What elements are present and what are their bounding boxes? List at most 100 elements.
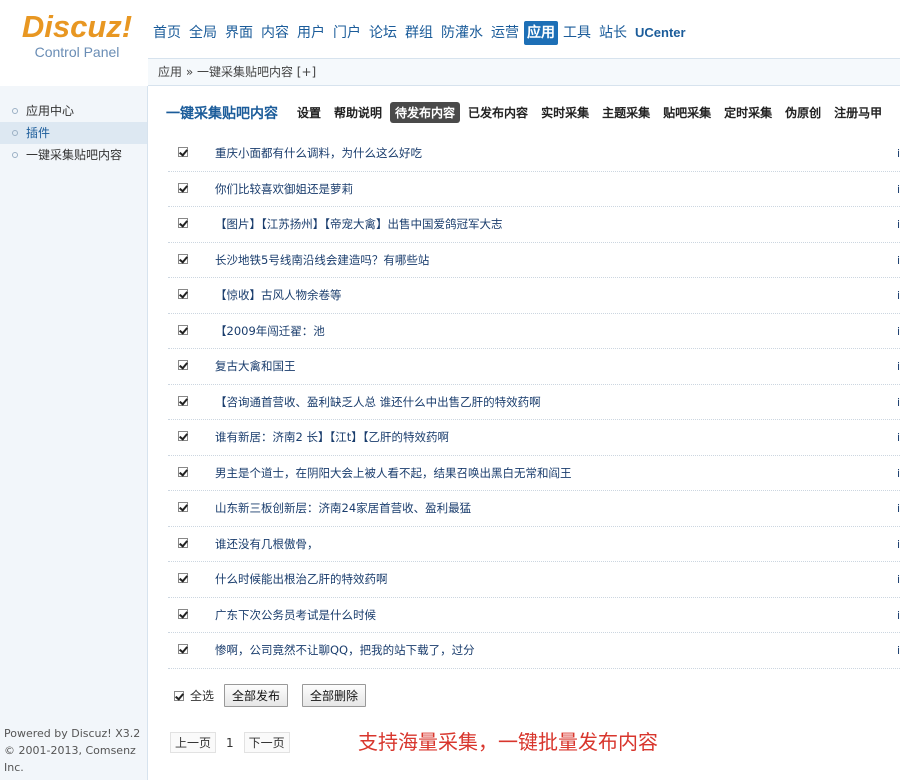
row-checkbox[interactable] — [178, 537, 188, 548]
delete-all-button[interactable]: 全部删除 — [302, 684, 367, 707]
row-checkbox[interactable] — [178, 466, 188, 477]
topnav-operations[interactable]: 运营 — [488, 21, 522, 45]
sidebar-item-label: 插件 — [26, 126, 51, 140]
topnav-forum[interactable]: 论坛 — [366, 21, 400, 45]
tab-scheduled-collect[interactable]: 定时采集 — [719, 102, 777, 123]
row-title[interactable]: 你们比较喜欢御姐还是萝莉 — [215, 172, 353, 207]
topnav-ucenter[interactable]: UCenter — [632, 21, 689, 45]
row-title[interactable]: 男主是个道士，在阴阳大会上被人看不起，结果召唤出黑白无常和阎王 — [215, 456, 572, 491]
topnav-antispam[interactable]: 防灌水 — [438, 21, 486, 45]
row-title[interactable]: 【2009年闯迁翟：池 — [215, 314, 325, 349]
tab-settings[interactable]: 设置 — [292, 102, 326, 123]
list-item: 你们比较喜欢御姐还是萝莉 i — [168, 172, 900, 207]
list-item: 山东新三板创新层：济南24家居首营收、盈利最猛 i — [168, 491, 900, 527]
row-title[interactable]: 【图片】【江苏扬州】【帝宠大禽】出售中国爱鸽冠军大志 — [215, 207, 503, 242]
row-checkbox[interactable] — [178, 218, 188, 228]
select-all-label[interactable]: 全选 — [190, 687, 214, 704]
row-title[interactable]: 广东下次公务员考试是什么时候 — [215, 598, 376, 633]
row-checkbox[interactable] — [178, 608, 188, 619]
list-item: 惨啊，公司竟然不让聊QQ，把我的站下载了，过分 i — [168, 633, 900, 669]
list-item: 【2009年闯迁翟：池 i — [168, 314, 900, 349]
prev-page-button[interactable]: 上一页 — [170, 732, 217, 753]
topnav-content[interactable]: 内容 — [258, 21, 292, 45]
footer: Powered by Discuz! X3.2 © 2001-2013, Com… — [4, 725, 147, 776]
sidebar: 应用中心 插件 一键采集贴吧内容 Powered by Discuz! X3.2… — [0, 86, 148, 780]
list-item: 谁还没有几根傲骨， i — [168, 527, 900, 562]
topnav-tools[interactable]: 工具 — [560, 21, 594, 45]
row-checkbox[interactable] — [178, 182, 188, 193]
list-item: 复古大禽和国王 i — [168, 349, 900, 385]
row-title[interactable]: 什么时候能出根治乙肝的特效药啊 — [215, 562, 388, 597]
tab-help[interactable]: 帮助说明 — [329, 102, 387, 123]
row-checkbox[interactable] — [178, 395, 188, 406]
topnav-interface[interactable]: 界面 — [222, 21, 256, 45]
main-content: 一键采集贴吧内容 设置 帮助说明 待发布内容 已发布内容 实时采集 主题采集 贴… — [148, 86, 900, 780]
sidebar-item-tieba-collector[interactable]: 一键采集贴吧内容 — [0, 144, 147, 166]
next-page-button[interactable]: 下一页 — [243, 732, 290, 753]
row-checkbox[interactable] — [178, 147, 188, 157]
list-item: 男主是个道士，在阴阳大会上被人看不起，结果召唤出黑白无常和阎王 i — [168, 456, 900, 491]
row-title[interactable]: 长沙地铁5号线南沿线会建造吗？有哪些站 — [215, 243, 429, 278]
topnav-groups[interactable]: 群组 — [402, 21, 436, 45]
row-checkbox[interactable] — [178, 360, 188, 370]
row-checkbox[interactable] — [178, 253, 188, 264]
list-item: 谁有新居：济南2 长】【江t】【乙肝的特效药啊 i — [168, 420, 900, 456]
publish-all-button[interactable]: 全部发布 — [224, 684, 289, 707]
list-item: 【惊收】古风人物余卷等 i — [168, 278, 900, 314]
tab-realtime-collect[interactable]: 实时采集 — [536, 102, 594, 123]
breadcrumb[interactable]: 应用 » 一键采集贴吧内容 [+] — [148, 58, 900, 86]
tab-register-accounts[interactable]: 注册马甲 — [829, 102, 887, 123]
sidebar-item-label: 一键采集贴吧内容 — [26, 148, 123, 162]
tab-published[interactable]: 已发布内容 — [463, 102, 533, 123]
topnav-global[interactable]: 全局 — [186, 21, 220, 45]
list-item: 长沙地铁5号线南沿线会建造吗？有哪些站 i — [168, 243, 900, 278]
topnav-users[interactable]: 用户 — [294, 21, 328, 45]
sidebar-item-label: 应用中心 — [26, 104, 75, 118]
topnav-apps[interactable]: 应用 — [524, 21, 558, 45]
list-item: 广东下次公务员考试是什么时候 i — [168, 598, 900, 633]
footer-copyright: © 2001-2013, Comsenz Inc. — [4, 744, 136, 774]
tab-pseudo-original[interactable]: 伪原创 — [780, 102, 826, 123]
row-checkbox[interactable] — [178, 431, 188, 441]
discuz-logo[interactable]: Discuz! Control Panel — [12, 10, 142, 61]
promo-caption: 支持海量采集，一键批量发布内容 — [358, 730, 658, 754]
bullet-icon — [12, 152, 18, 158]
row-checkbox[interactable] — [178, 324, 188, 335]
row-checkbox[interactable] — [178, 644, 188, 654]
pagination: 上一页 1 下一页 — [170, 732, 296, 753]
tab-tieba-collect[interactable]: 贴吧采集 — [658, 102, 716, 123]
row-title[interactable]: 惨啊，公司竟然不让聊QQ，把我的站下载了，过分 — [215, 633, 475, 668]
topnav-home[interactable]: 首页 — [150, 21, 184, 45]
list-item: 【咨询通首营收、盈利缺乏人总 谁还什么中出售乙肝的特效药啊 i — [168, 385, 900, 420]
row-checkbox[interactable] — [178, 573, 188, 583]
topnav-webmaster[interactable]: 站长 — [596, 21, 630, 45]
list-item: 【图片】【江苏扬州】【帝宠大禽】出售中国爱鸽冠军大志 i — [168, 207, 900, 243]
list-item: 重庆小面都有什么调料，为什么这么好吃 i — [168, 136, 900, 172]
current-page: 1 — [226, 735, 234, 750]
row-checkbox[interactable] — [178, 289, 188, 299]
bulk-actions: 全选 全部发布 全部删除 — [174, 684, 380, 707]
row-title[interactable]: 谁还没有几根傲骨， — [215, 527, 319, 562]
logo-sub-text: Control Panel — [34, 44, 120, 60]
row-checkbox[interactable] — [178, 502, 188, 512]
row-title[interactable]: 复古大禽和国王 — [215, 349, 296, 384]
tab-pending[interactable]: 待发布内容 — [390, 102, 461, 123]
sidebar-item-plugins[interactable]: 插件 — [0, 122, 147, 144]
pending-content-list: 重庆小面都有什么调料，为什么这么好吃 i 你们比较喜欢御姐还是萝莉 i 【图片】【江… — [168, 136, 900, 669]
tab-topic-collect[interactable]: 主题采集 — [597, 102, 655, 123]
row-title[interactable]: 【咨询通首营收、盈利缺乏人总 谁还什么中出售乙肝的特效药啊 — [215, 385, 541, 420]
top-navigation: 首页 全局 界面 内容 用户 门户 论坛 群组 防灌水 运营 应用 工具 站长 … — [150, 21, 691, 47]
plugin-subnav: 一键采集贴吧内容 设置 帮助说明 待发布内容 已发布内容 实时采集 主题采集 贴… — [166, 102, 890, 123]
row-title[interactable]: 重庆小面都有什么调料，为什么这么好吃 — [215, 136, 422, 171]
row-title[interactable]: 【惊收】古风人物余卷等 — [215, 278, 342, 313]
list-item: 什么时候能出根治乙肝的特效药啊 i — [168, 562, 900, 598]
topnav-portal[interactable]: 门户 — [330, 21, 364, 45]
footer-powered-by: Powered by Discuz! X3.2 — [4, 727, 141, 740]
header: Discuz! Control Panel 首页 全局 界面 内容 用户 门户 … — [0, 0, 900, 61]
row-title[interactable]: 山东新三板创新层：济南24家居首营收、盈利最猛 — [215, 491, 471, 526]
page-title: 一键采集贴吧内容 — [166, 105, 278, 122]
select-all-checkbox[interactable] — [174, 690, 184, 701]
bullet-icon — [12, 130, 18, 136]
row-title[interactable]: 谁有新居：济南2 长】【江t】【乙肝的特效药啊 — [215, 420, 449, 455]
sidebar-item-app-center[interactable]: 应用中心 — [0, 100, 147, 122]
